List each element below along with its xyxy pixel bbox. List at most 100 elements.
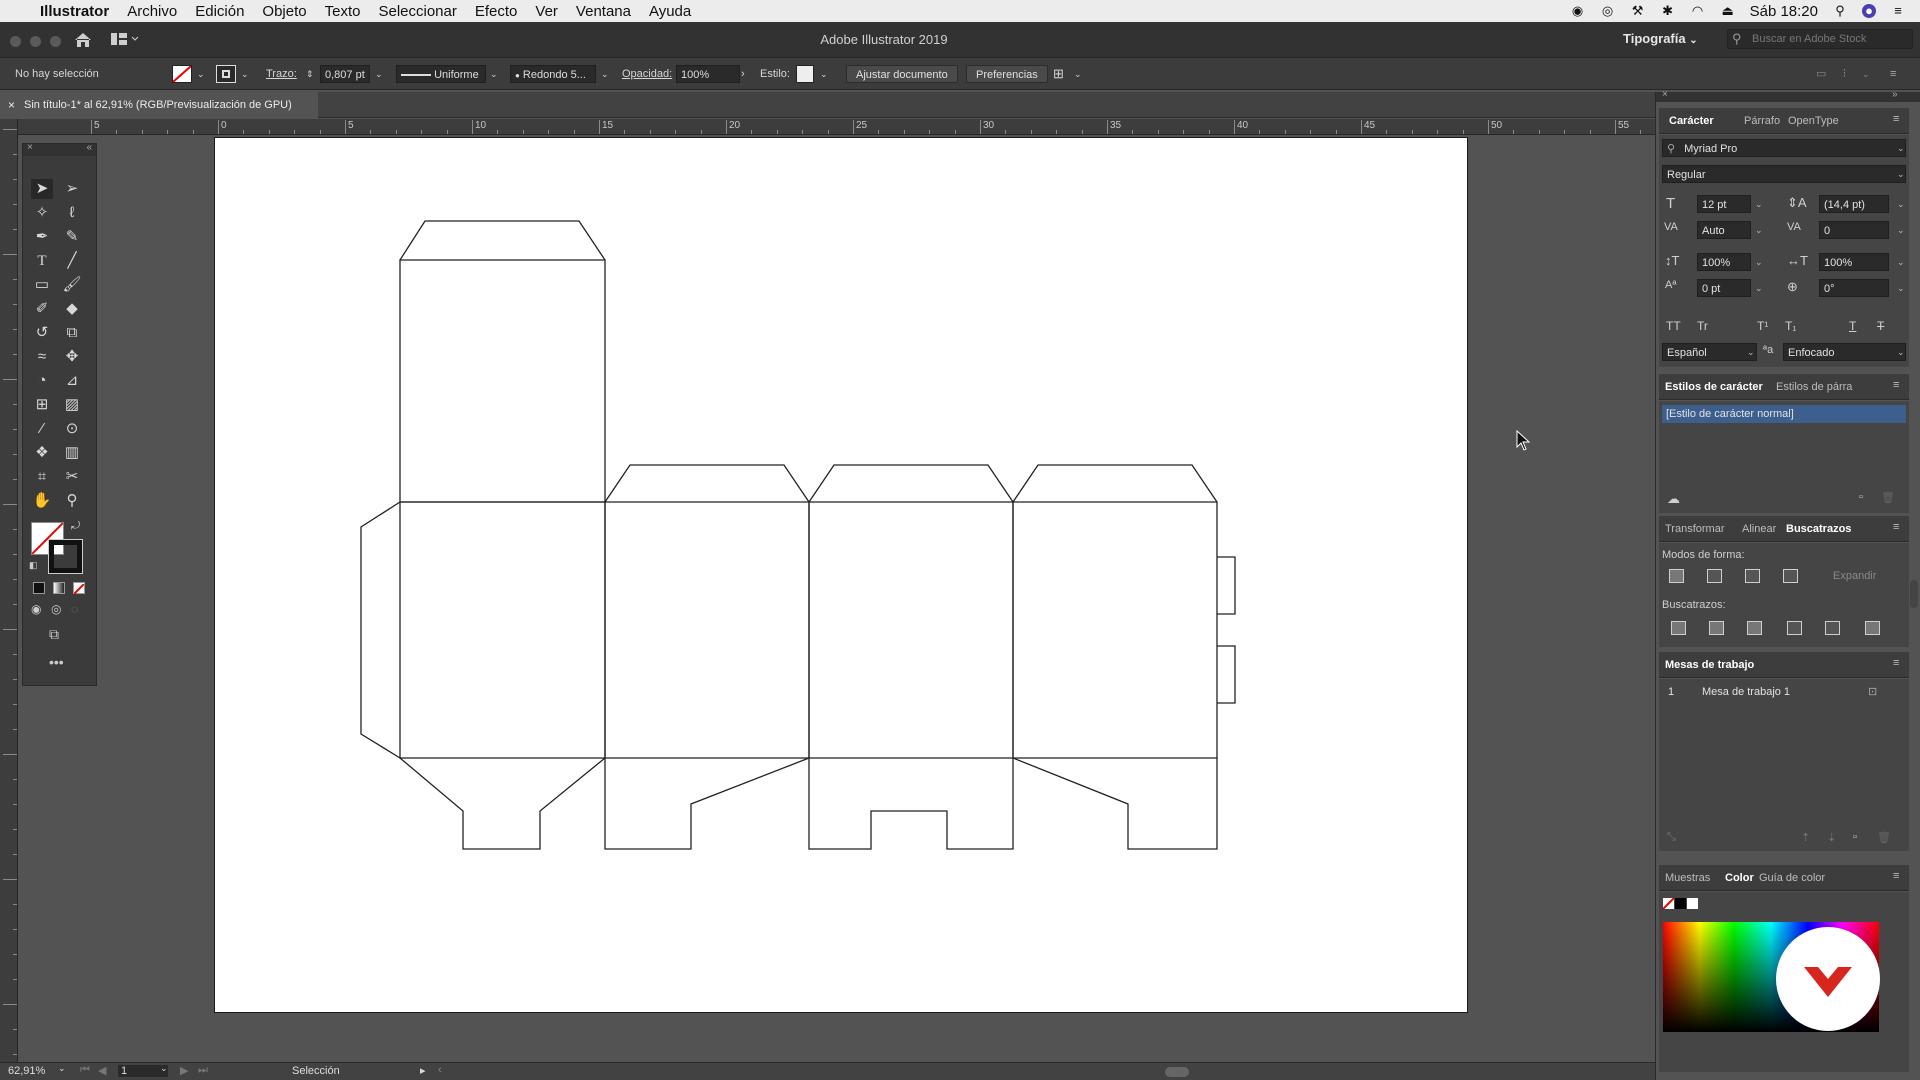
minus-back-button[interactable] <box>1865 621 1880 635</box>
chevron-down-icon[interactable]: ⌄ <box>1897 257 1905 268</box>
expand-button[interactable]: Expandir <box>1833 570 1876 582</box>
puppet-warp-tool-icon[interactable]: ✥ <box>61 347 83 367</box>
stroke-weight-input[interactable]: 0,807 pt <box>320 65 370 83</box>
shaper-tool-icon[interactable]: ✐ <box>31 299 53 319</box>
menu-ventana[interactable]: Ventana <box>576 3 631 20</box>
chevron-down-icon[interactable]: ⌄ <box>1897 169 1905 180</box>
style-list-item[interactable]: [Estilo de carácter normal] <box>1662 405 1906 423</box>
warp-tool-icon[interactable]: ≈ <box>31 347 53 367</box>
stroke-label[interactable]: Trazo: <box>266 65 297 83</box>
character-rotation-input[interactable]: 0° <box>1819 279 1889 297</box>
chevron-right-icon[interactable]: › <box>741 65 745 83</box>
artboard-row[interactable]: 1 Mesa de trabajo 1 ⊡ <box>1662 683 1906 701</box>
chevron-down-icon[interactable]: ⌄ <box>1897 225 1905 236</box>
edit-toolbar-icon[interactable]: ••• <box>49 654 64 670</box>
panel-scrollbar[interactable] <box>1910 580 1918 608</box>
chevron-down-icon[interactable]: ⌄ <box>1862 65 1870 83</box>
type-tool-icon[interactable]: T <box>31 251 53 271</box>
color-mode-button[interactable] <box>33 582 45 594</box>
panel-menu-icon[interactable]: ≡ <box>1893 870 1899 882</box>
paintbrush-tool-icon[interactable]: 🖌 <box>61 275 83 295</box>
zoom-tool-icon[interactable]: ⚲ <box>61 491 83 511</box>
merge-button[interactable] <box>1747 621 1762 635</box>
trim-button[interactable] <box>1709 621 1724 635</box>
antialias-select[interactable]: Enfocado <box>1783 343 1906 361</box>
chevron-down-icon[interactable]: ⌄ <box>1074 65 1082 83</box>
artboard-tool-icon[interactable]: ⌗ <box>31 467 53 487</box>
strikethrough-icon[interactable]: T <box>1877 319 1884 333</box>
chevron-down-icon[interactable]: ⌄ <box>601 65 609 83</box>
divide-button[interactable] <box>1671 621 1686 635</box>
lasso-tool-icon[interactable]: ℓ <box>61 203 83 223</box>
selection-tool-icon[interactable]: ➤ <box>31 179 53 199</box>
eyedropper-tool-icon[interactable]: ⁄ <box>31 419 53 439</box>
underline-icon[interactable]: T <box>1849 319 1856 333</box>
prev-artboard-icon[interactable]: ◀ <box>98 1064 106 1077</box>
default-colors-icon[interactable]: ◧ <box>29 560 38 571</box>
language-select[interactable]: Español <box>1662 343 1757 361</box>
tab-color[interactable]: Color <box>1725 872 1754 884</box>
white-swatch[interactable] <box>1687 898 1698 909</box>
tools-panel-header[interactable]: × « <box>23 142 96 156</box>
shape-builder-tool-icon[interactable]: ◔ <box>31 371 53 391</box>
collapse-panel-icon[interactable]: « <box>86 142 92 153</box>
chevron-down-icon[interactable]: ⌄ <box>197 65 205 83</box>
menu-texto[interactable]: Texto <box>325 3 361 20</box>
arrange-icon[interactable]: ⫶ <box>1843 65 1846 83</box>
collapse-dock-icon[interactable]: » <box>1892 89 1898 100</box>
new-artboard-icon[interactable]: ▫ <box>1853 831 1857 843</box>
minus-front-button[interactable] <box>1707 569 1722 583</box>
column-graph-tool-icon[interactable]: ▥ <box>61 443 83 463</box>
chevron-down-icon[interactable]: ⌄ <box>1755 225 1763 236</box>
tool-icon[interactable]: ⚒ <box>1630 4 1646 18</box>
hand-tool-icon[interactable]: ✋ <box>31 491 53 511</box>
status-menu-icon[interactable]: ▸ <box>420 1064 426 1077</box>
panel-menu-icon[interactable]: ≡ <box>1893 657 1899 669</box>
chevron-down-icon[interactable]: ⌄ <box>1747 347 1755 358</box>
menu-ver[interactable]: Ver <box>535 3 558 20</box>
draw-behind-icon[interactable]: ◎ <box>51 602 61 616</box>
fit-document-button[interactable]: Ajustar documento <box>846 65 958 83</box>
fill-swatch[interactable] <box>172 65 192 83</box>
black-swatch[interactable] <box>1675 898 1686 909</box>
zoom-level[interactable]: 62,91% <box>8 1065 45 1077</box>
bluetooth-icon[interactable]: ✱ <box>1660 4 1676 18</box>
tab-muestras[interactable]: Muestras <box>1665 872 1710 884</box>
symbol-sprayer-tool-icon[interactable]: ❖ <box>31 443 53 463</box>
perspective-grid-tool-icon[interactable]: ⊿ <box>61 371 83 391</box>
menu-objeto[interactable]: Objeto <box>262 3 306 20</box>
spotlight-icon[interactable]: ⚲ <box>1832 4 1848 18</box>
stroke-color-box[interactable] <box>48 539 83 574</box>
baseline-shift-input[interactable]: 0 pt <box>1697 279 1751 297</box>
chevron-down-icon[interactable]: ⌄ <box>375 65 383 83</box>
gradient-tool-icon[interactable]: ▨ <box>61 395 83 415</box>
chevron-down-icon[interactable]: ⌄ <box>160 1063 168 1074</box>
rectangle-tool-icon[interactable]: ▭ <box>31 275 53 295</box>
chevron-down-icon[interactable]: ⌄ <box>1897 347 1905 358</box>
curvature-tool-icon[interactable]: ✎ <box>61 227 83 247</box>
horizontal-ruler[interactable]: 5 0 5 10 15 20 25 30 35 40 45 50 55 <box>18 119 1718 135</box>
wifi-icon[interactable]: ◠ <box>1690 4 1706 18</box>
font-size-input[interactable]: 12 pt <box>1697 195 1751 213</box>
horizontal-scrollbar-thumb[interactable] <box>1165 1067 1189 1077</box>
close-panel-icon[interactable]: × <box>27 142 33 153</box>
tab-caracter[interactable]: Carácter <box>1669 115 1714 127</box>
screen-mode-icon[interactable]: ⧉ <box>49 626 59 643</box>
exclude-button[interactable] <box>1783 569 1798 583</box>
swap-colors-icon[interactable]: ⤾ <box>71 520 80 533</box>
tab-character-styles[interactable]: Estilos de carácter <box>1665 381 1763 393</box>
graphic-style-swatch[interactable] <box>796 65 814 83</box>
artboard[interactable] <box>214 137 1468 1013</box>
unite-button[interactable] <box>1669 569 1684 583</box>
vertical-scale-input[interactable]: 100% <box>1697 253 1751 271</box>
first-artboard-icon[interactable]: ⏮ <box>80 1064 90 1077</box>
pen-tool-icon[interactable]: ✒ <box>31 227 53 247</box>
font-style-field[interactable]: Regular <box>1662 165 1906 183</box>
tab-transformar[interactable]: Transformar <box>1665 523 1725 535</box>
intersect-button[interactable] <box>1745 569 1760 583</box>
eject-icon[interactable]: ⏏ <box>1720 4 1736 18</box>
chevron-down-icon[interactable]: ⌄ <box>1897 199 1905 210</box>
draw-normal-icon[interactable]: ◉ <box>31 602 41 616</box>
slice-tool-icon[interactable]: ✂ <box>61 467 83 487</box>
record-icon[interactable]: ◉ <box>1570 4 1586 18</box>
